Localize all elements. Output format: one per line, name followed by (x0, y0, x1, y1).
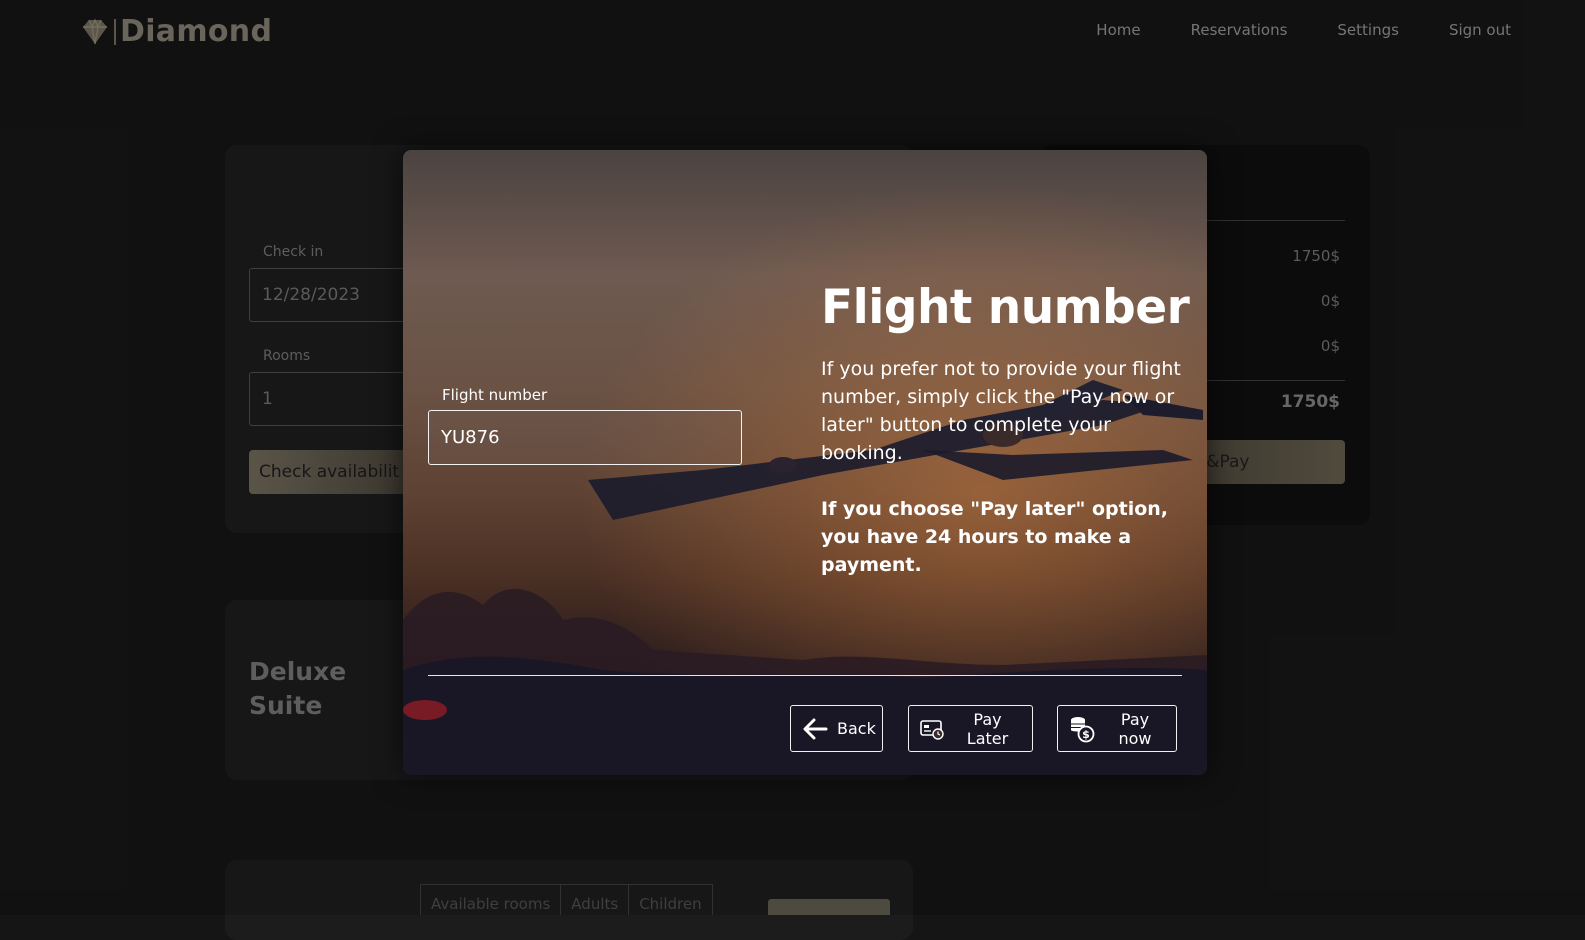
pay-later-note: If you choose "Pay later" option, you ha… (821, 498, 1169, 576)
modal-title: Flight number (821, 280, 1190, 335)
modal-description: If you prefer not to provide your flight… (821, 358, 1181, 464)
modal-divider (428, 675, 1182, 676)
pay-later-button[interactable]: Pay Later (908, 705, 1033, 752)
card-clock-icon (920, 719, 944, 740)
coins-dollar-icon: $ (1071, 716, 1095, 742)
back-button-label: Back (837, 719, 876, 738)
back-button[interactable]: Back (790, 705, 883, 752)
flight-number-modal: Flight number Flight number If you prefe… (403, 150, 1207, 775)
pay-now-label: Pay now (1118, 709, 1152, 748)
flight-number-input[interactable] (428, 410, 742, 465)
arrow-left-icon (803, 718, 828, 739)
pay-now-button[interactable]: $ Pay now (1057, 705, 1177, 752)
pay-later-label: Pay Later (966, 709, 1009, 748)
flight-number-label: Flight number (442, 386, 548, 404)
svg-text:$: $ (1082, 728, 1090, 741)
